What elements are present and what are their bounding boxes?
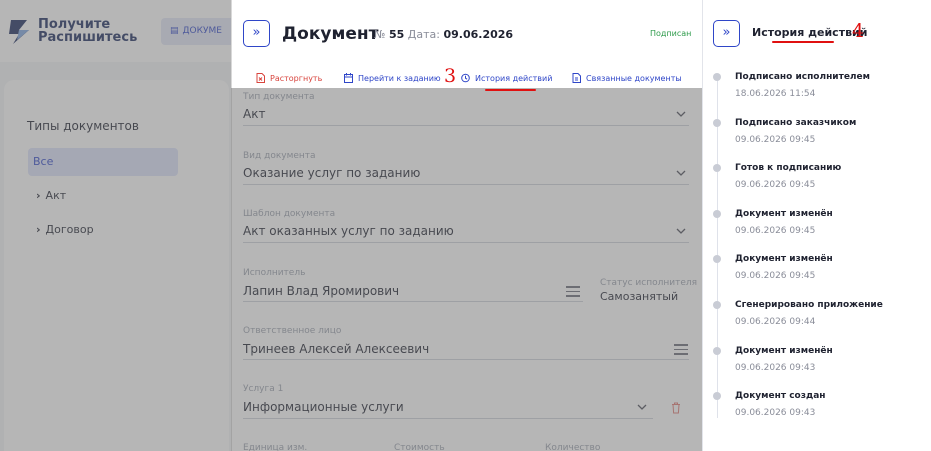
history-date: 09.06.2026 09:45 [735,135,816,145]
status-badge: Подписан [650,29,692,38]
go-to-task-button[interactable]: Перейти к заданию [344,73,441,83]
file-cancel-icon [256,73,265,83]
timeline-dot [713,210,721,218]
timeline-dot [713,347,721,355]
modal-overlay[interactable] [231,88,702,451]
history-date: 18.06.2026 11:54 [735,89,816,99]
annotation-underline-3 [485,89,536,91]
history-event: Готов к подписанию [735,163,842,173]
go-to-task-label: Перейти к заданию [358,74,441,83]
document-title: Документ [282,24,379,44]
linked-docs-icon [572,73,581,83]
history-date: 09.06.2026 09:45 [735,271,816,281]
timeline-dot [713,164,721,172]
history-event: Подписано заказчиком [735,118,857,128]
history-date: 09.06.2026 09:45 [735,180,816,190]
double-chevron-right-icon: » [252,25,261,40]
annotation-step-4: 4 [852,20,865,42]
annotation-underline-4 [772,41,834,43]
collapse-panel-button[interactable]: » [243,20,270,47]
history-event: Документ изменён [735,254,833,264]
timeline-dot [713,301,721,309]
history-event: Сгенерировано приложение [735,300,883,310]
modal-overlay[interactable] [0,0,231,451]
clock-icon [461,73,470,83]
action-history-button[interactable]: История действий [461,73,552,83]
history-event: Подписано исполнителем [735,72,870,82]
history-event: Документ изменён [735,346,833,356]
collapse-history-button[interactable]: » [713,20,740,47]
date-label: Дата: [407,28,440,41]
history-date: 09.06.2026 09:43 [735,408,816,418]
timeline-dot [713,119,721,127]
timeline-dot [713,255,721,263]
annotation-step-3: 3 [444,65,457,87]
history-date: 09.06.2026 09:43 [735,363,816,373]
timeline-line [717,78,718,418]
timeline-dot [713,73,721,81]
number-label: № [374,28,386,41]
history-event: Документ создан [735,391,826,401]
history-event: Документ изменён [735,209,833,219]
double-chevron-right-icon: » [722,25,731,40]
linked-docs-label: Связанные документы [586,74,682,83]
calendar-icon [344,73,353,83]
terminate-label: Расторгнуть [270,74,323,83]
document-date: 09.06.2026 [443,28,514,41]
history-date: 09.06.2026 09:45 [735,226,816,236]
timeline-dot [713,392,721,400]
history-date: 09.06.2026 09:44 [735,317,816,327]
history-title: История действий [752,26,868,39]
document-number: 55 [388,28,405,41]
action-history-label: История действий [475,74,553,83]
document-meta: № 55 Дата: 09.06.2026 [374,28,513,41]
terminate-button[interactable]: Расторгнуть [256,73,322,83]
linked-docs-button[interactable]: Связанные документы [572,73,682,83]
